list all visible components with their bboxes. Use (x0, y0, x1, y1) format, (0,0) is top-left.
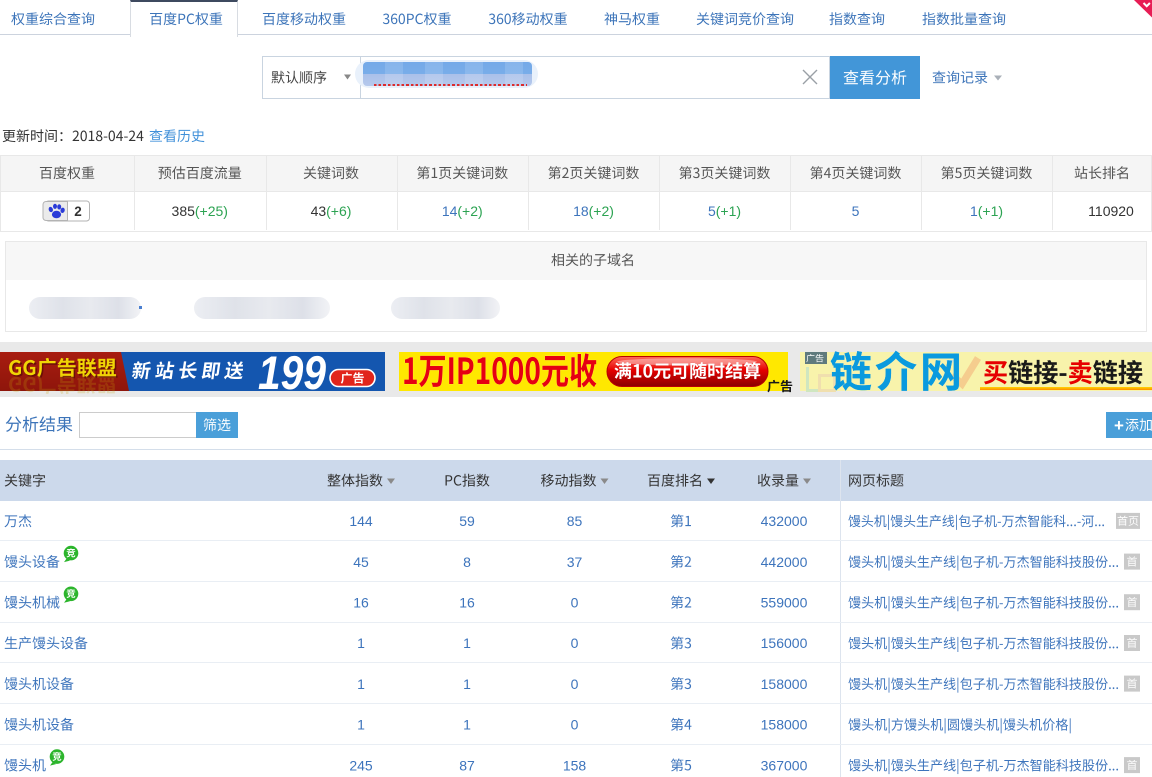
svg-text:0: 0 (571, 594, 579, 610)
svg-text:43(+6): 43(+6) (311, 203, 352, 219)
svg-text:0: 0 (571, 635, 579, 651)
svg-text:144: 144 (349, 513, 373, 529)
svg-text:559000: 559000 (761, 594, 808, 610)
svg-text:156000: 156000 (761, 635, 808, 651)
svg-text:0: 0 (571, 717, 579, 733)
svg-text:367000: 367000 (761, 757, 808, 773)
svg-text:432000: 432000 (761, 513, 808, 529)
svg-text:59: 59 (459, 513, 475, 529)
svg-text:199: 199 (258, 346, 326, 399)
svg-text:14(+2): 14(+2) (442, 203, 483, 219)
svg-text:245: 245 (349, 757, 373, 773)
svg-text:158000: 158000 (761, 676, 808, 692)
svg-text:18(+2): 18(+2) (573, 203, 614, 219)
svg-text:158000: 158000 (761, 717, 808, 733)
svg-text:1(+1): 1(+1) (970, 203, 1003, 219)
svg-text:5: 5 (852, 203, 860, 219)
svg-text:16: 16 (353, 594, 369, 610)
svg-text:1: 1 (463, 717, 471, 733)
svg-text:85: 85 (567, 513, 583, 529)
svg-text:110920: 110920 (1088, 203, 1134, 219)
svg-text:1: 1 (357, 635, 365, 651)
svg-text:442000: 442000 (761, 554, 808, 570)
svg-text:1: 1 (357, 717, 365, 733)
svg-text:87: 87 (459, 757, 475, 773)
svg-text:1: 1 (357, 676, 365, 692)
svg-text:+: + (1114, 416, 1124, 435)
svg-text:158: 158 (563, 757, 587, 773)
svg-text:2: 2 (74, 204, 82, 219)
svg-text:5(+1): 5(+1) (708, 203, 741, 219)
svg-text:1: 1 (463, 635, 471, 651)
svg-text:1: 1 (463, 676, 471, 692)
svg-text:37: 37 (567, 554, 583, 570)
svg-text:0: 0 (571, 676, 579, 692)
svg-text:45: 45 (353, 554, 369, 570)
svg-text:16: 16 (459, 594, 475, 610)
svg-text:8: 8 (463, 554, 471, 570)
svg-text:385(+25): 385(+25) (172, 203, 228, 219)
